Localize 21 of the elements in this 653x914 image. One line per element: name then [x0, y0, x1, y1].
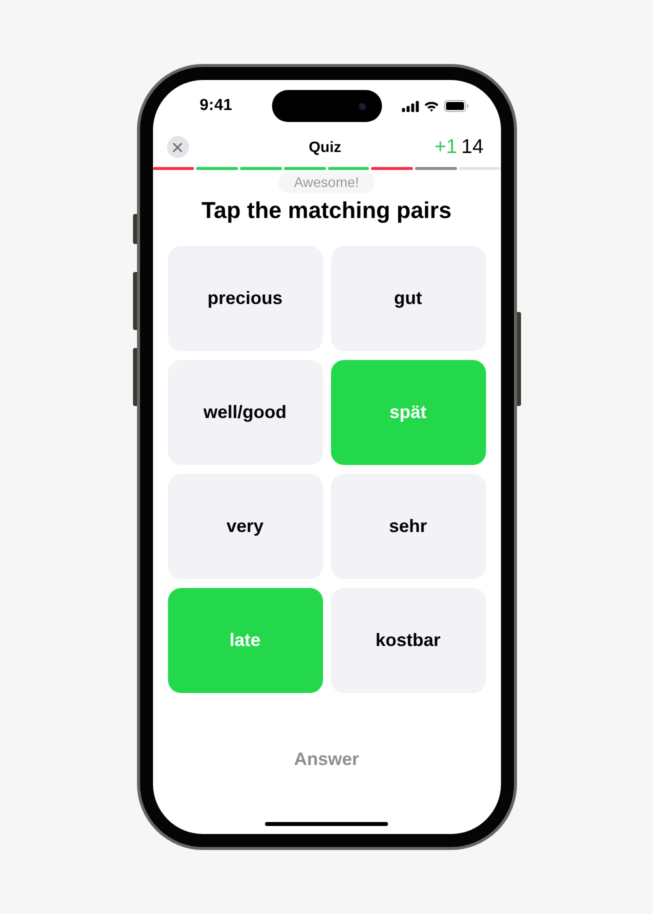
side-button[interactable]	[132, 348, 136, 406]
answer-tile[interactable]: very	[168, 474, 322, 579]
close-icon	[173, 142, 182, 152]
points-gained: +1	[434, 136, 458, 158]
answer-tile[interactable]: sehr	[330, 474, 486, 579]
side-button[interactable]	[132, 272, 136, 330]
camera-lens-icon	[358, 102, 366, 110]
prompt-heading: Tap the matching pairs	[200, 196, 453, 224]
answer-tile[interactable]: well/good	[168, 360, 322, 465]
side-button[interactable]	[132, 214, 136, 244]
battery-icon	[444, 100, 468, 112]
answer-tile[interactable]: precious	[168, 246, 322, 351]
signal-icon	[402, 100, 418, 112]
screen-title: Quiz	[308, 138, 342, 156]
status-time: 9:41	[200, 97, 232, 115]
answer-tile[interactable]: kostbar	[330, 588, 486, 693]
close-button[interactable]	[166, 136, 188, 158]
toast-message: Awesome!	[278, 172, 376, 193]
score-count: 14	[461, 136, 484, 158]
wifi-icon	[424, 100, 438, 112]
answer-tile[interactable]: gut	[330, 246, 486, 351]
